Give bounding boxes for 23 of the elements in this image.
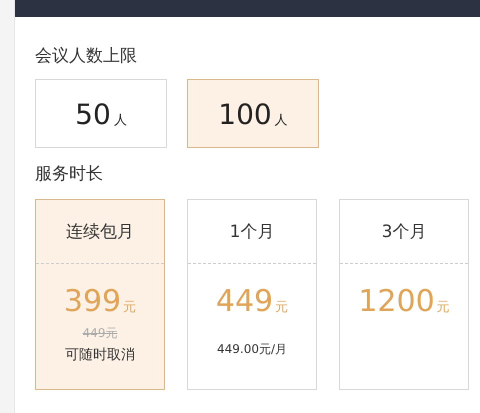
plan-name: 1个月 [188, 200, 316, 264]
section-title: 会议人数上限 [35, 45, 138, 67]
limit-unit: 人 [114, 112, 127, 129]
plan-price: 449 [216, 284, 274, 319]
plan-note: 449.00元/月 [216, 341, 288, 358]
plan-name: 3个月 [340, 200, 468, 264]
plan-name: 连续包月 [36, 200, 164, 264]
original-price: 449元 [82, 325, 118, 342]
limit-unit: 人 [274, 112, 288, 129]
plan-card[interactable]: 3个月 1200 元 [339, 199, 469, 390]
section-title: 服务时长 [35, 163, 104, 185]
plan-card[interactable]: 1个月 449 元 449.00元/月 [187, 199, 317, 390]
participant-limit-option[interactable]: 100 人 [187, 79, 319, 148]
plan-price: 1200 [358, 284, 435, 319]
price-currency: 元 [123, 299, 136, 316]
price-currency: 元 [275, 299, 288, 316]
participant-limit-option[interactable]: 50 人 [35, 79, 167, 148]
limit-number: 50 [75, 98, 111, 131]
plan-price: 399 [64, 284, 122, 319]
price-currency: 元 [436, 299, 450, 316]
plan-note: 可随时取消 [65, 346, 135, 364]
plan-card[interactable]: 连续包月 399 元 449元 可随时取消 [35, 199, 165, 390]
limit-number: 100 [218, 98, 272, 131]
